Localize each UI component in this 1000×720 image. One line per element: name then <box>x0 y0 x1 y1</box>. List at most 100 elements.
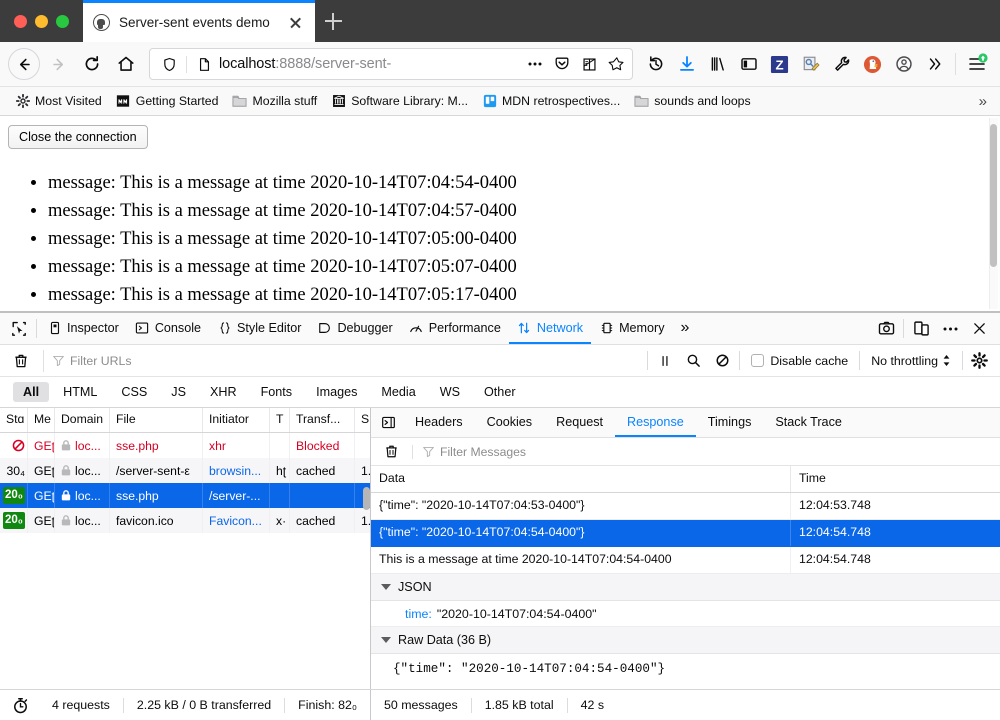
detail-tab-request[interactable]: Request <box>544 408 615 437</box>
bookmark-sounds-and-loops[interactable]: sounds and loops <box>628 91 756 112</box>
filter-tab-media[interactable]: Media <box>371 382 425 402</box>
filter-tab-xhr[interactable]: XHR <box>200 382 247 402</box>
detail-tab-stack-trace[interactable]: Stack Trace <box>763 408 854 437</box>
detail-tab-timings[interactable]: Timings <box>696 408 764 437</box>
column-header-type[interactable]: T <box>270 408 290 432</box>
duckduckgo-icon[interactable] <box>857 48 888 80</box>
column-header-domain[interactable]: Domain <box>55 408 110 432</box>
downloads-icon[interactable] <box>671 48 702 80</box>
search-icon[interactable] <box>679 348 708 374</box>
table-row[interactable]: 30₄ GEʈ loc... /server-sent-ε browsin...… <box>0 458 370 483</box>
reader-mode-icon[interactable] <box>577 52 601 76</box>
responsive-design-icon[interactable] <box>907 315 935 343</box>
library-icon[interactable] <box>702 48 733 80</box>
timer-icon[interactable] <box>0 697 39 714</box>
column-header-data[interactable]: Data <box>371 466 791 492</box>
bookmark-most-visited[interactable]: Most Visited <box>9 91 108 112</box>
tab-inspector[interactable]: Inspector <box>39 313 127 344</box>
message-row[interactable]: This is a message at time 2020-10-14T07:… <box>371 547 1000 574</box>
shield-icon[interactable] <box>157 52 181 76</box>
clear-messages-icon[interactable] <box>377 439 406 465</box>
account-icon[interactable] <box>888 48 919 80</box>
back-button[interactable] <box>8 48 40 80</box>
tab-style-editor[interactable]: Style Editor <box>209 313 309 344</box>
filter-tab-other[interactable]: Other <box>474 382 526 402</box>
wrench-icon[interactable] <box>826 48 857 80</box>
throttling-select[interactable]: No throttling <box>862 354 960 368</box>
bookmark-mdn-retrospectives[interactable]: MDN retrospectives... <box>476 91 626 112</box>
home-button[interactable] <box>110 48 142 80</box>
tab-performance[interactable]: Performance <box>401 313 509 344</box>
disable-cache-checkbox[interactable]: Disable cache <box>742 354 857 368</box>
message-row[interactable]: {"time": "2020-10-14T07:04:53-0400"} 12:… <box>371 493 1000 520</box>
detail-tab-headers[interactable]: Headers <box>403 408 475 437</box>
bookmark-star-icon[interactable] <box>604 52 628 76</box>
column-header-initiator[interactable]: Initiator <box>203 408 270 432</box>
filter-tab-js[interactable]: JS <box>161 382 196 402</box>
bookmark-getting-started[interactable]: Getting Started <box>110 91 225 112</box>
column-header-method[interactable]: Mе <box>28 408 55 432</box>
camera-icon[interactable] <box>872 315 900 343</box>
filter-tab-ws[interactable]: WS <box>430 382 470 402</box>
raw-data-section-header[interactable]: Raw Data (36 B) <box>371 627 1000 654</box>
forward-button[interactable] <box>42 48 74 80</box>
page-scrollbar-thumb[interactable] <box>990 124 997 267</box>
reload-button[interactable] <box>76 48 108 80</box>
toggle-details-panel-icon[interactable] <box>374 408 403 437</box>
column-header-size[interactable]: S <box>355 408 371 432</box>
url-bar[interactable]: localhost:8888/server-sent- <box>149 48 633 80</box>
page-icon[interactable] <box>192 52 216 76</box>
hamburger-menu-icon[interactable] <box>961 48 992 80</box>
pause-requests-icon[interactable] <box>650 348 679 374</box>
tab-close-icon[interactable] <box>285 13 305 33</box>
filter-tab-all[interactable]: All <box>13 382 49 402</box>
url-text[interactable]: localhost:8888/server-sent- <box>219 56 520 72</box>
tab-memory[interactable]: Memory <box>591 313 672 344</box>
network-settings-gear-icon[interactable] <box>965 348 994 374</box>
bookmark-mozilla-stuff[interactable]: Mozilla stuff <box>226 91 323 112</box>
filter-messages-input[interactable]: Filter Messages <box>412 445 526 459</box>
table-row[interactable]: 20₀ GEʈ loc... sse.php /server-... <box>0 483 370 508</box>
pocket-icon[interactable] <box>550 52 574 76</box>
sidebar-icon[interactable] <box>733 48 764 80</box>
json-property-row[interactable]: time: "2020-10-14T07:04:54-0400" <box>371 601 1000 627</box>
filter-tab-fonts[interactable]: Fonts <box>251 382 303 402</box>
tab-console[interactable]: Console <box>127 313 209 344</box>
tab-debugger[interactable]: Debugger <box>309 313 400 344</box>
more-icon[interactable] <box>523 52 547 76</box>
element-picker-icon[interactable] <box>4 313 34 344</box>
clear-requests-icon[interactable] <box>6 348 35 374</box>
filter-tab-css[interactable]: CSS <box>111 382 157 402</box>
maximize-window-button[interactable] <box>56 15 69 28</box>
table-row[interactable]: GEʈ loc... sse.php xhr Blocked <box>0 433 370 458</box>
browser-tab[interactable]: Server-sent events demo <box>83 0 315 42</box>
column-header-status[interactable]: Stɑ <box>0 408 28 432</box>
block-requests-icon[interactable] <box>708 348 737 374</box>
history-icon[interactable] <box>640 48 671 80</box>
bookmark-software-library[interactable]: Software Library: M... <box>325 91 474 112</box>
tab-network[interactable]: Network <box>509 313 591 344</box>
meatball-menu-icon[interactable] <box>936 315 964 343</box>
devtools-tools-overflow[interactable]: » <box>673 313 698 344</box>
close-devtools-icon[interactable] <box>965 315 993 343</box>
overflow-icon[interactable] <box>919 48 950 80</box>
message-row[interactable]: {"time": "2020-10-14T07:04:54-0400"} 12:… <box>371 520 1000 547</box>
json-section-header[interactable]: JSON <box>371 574 1000 601</box>
filter-urls-input[interactable]: Filter URLs <box>43 350 643 372</box>
zotero-icon[interactable]: Z <box>764 48 795 80</box>
column-header-file[interactable]: File <box>110 408 203 432</box>
filter-tab-html[interactable]: HTML <box>53 382 107 402</box>
screenshot-tool-icon[interactable] <box>795 48 826 80</box>
column-header-time[interactable]: Time <box>791 466 1000 492</box>
column-header-transferred[interactable]: Transf... <box>290 408 355 432</box>
checkbox-box[interactable] <box>751 354 764 367</box>
filter-tab-images[interactable]: Images <box>306 382 367 402</box>
table-row[interactable]: 20₀ GEʈ loc... favicon.ico Favicon... x·… <box>0 508 370 533</box>
requests-scrollbar-thumb[interactable] <box>363 487 370 510</box>
close-window-button[interactable] <box>14 15 27 28</box>
detail-tab-response[interactable]: Response <box>615 408 696 437</box>
detail-tab-cookies[interactable]: Cookies <box>475 408 545 437</box>
close-connection-button[interactable]: Close the connection <box>8 125 148 149</box>
new-tab-button[interactable] <box>315 0 351 42</box>
minimize-window-button[interactable] <box>35 15 48 28</box>
